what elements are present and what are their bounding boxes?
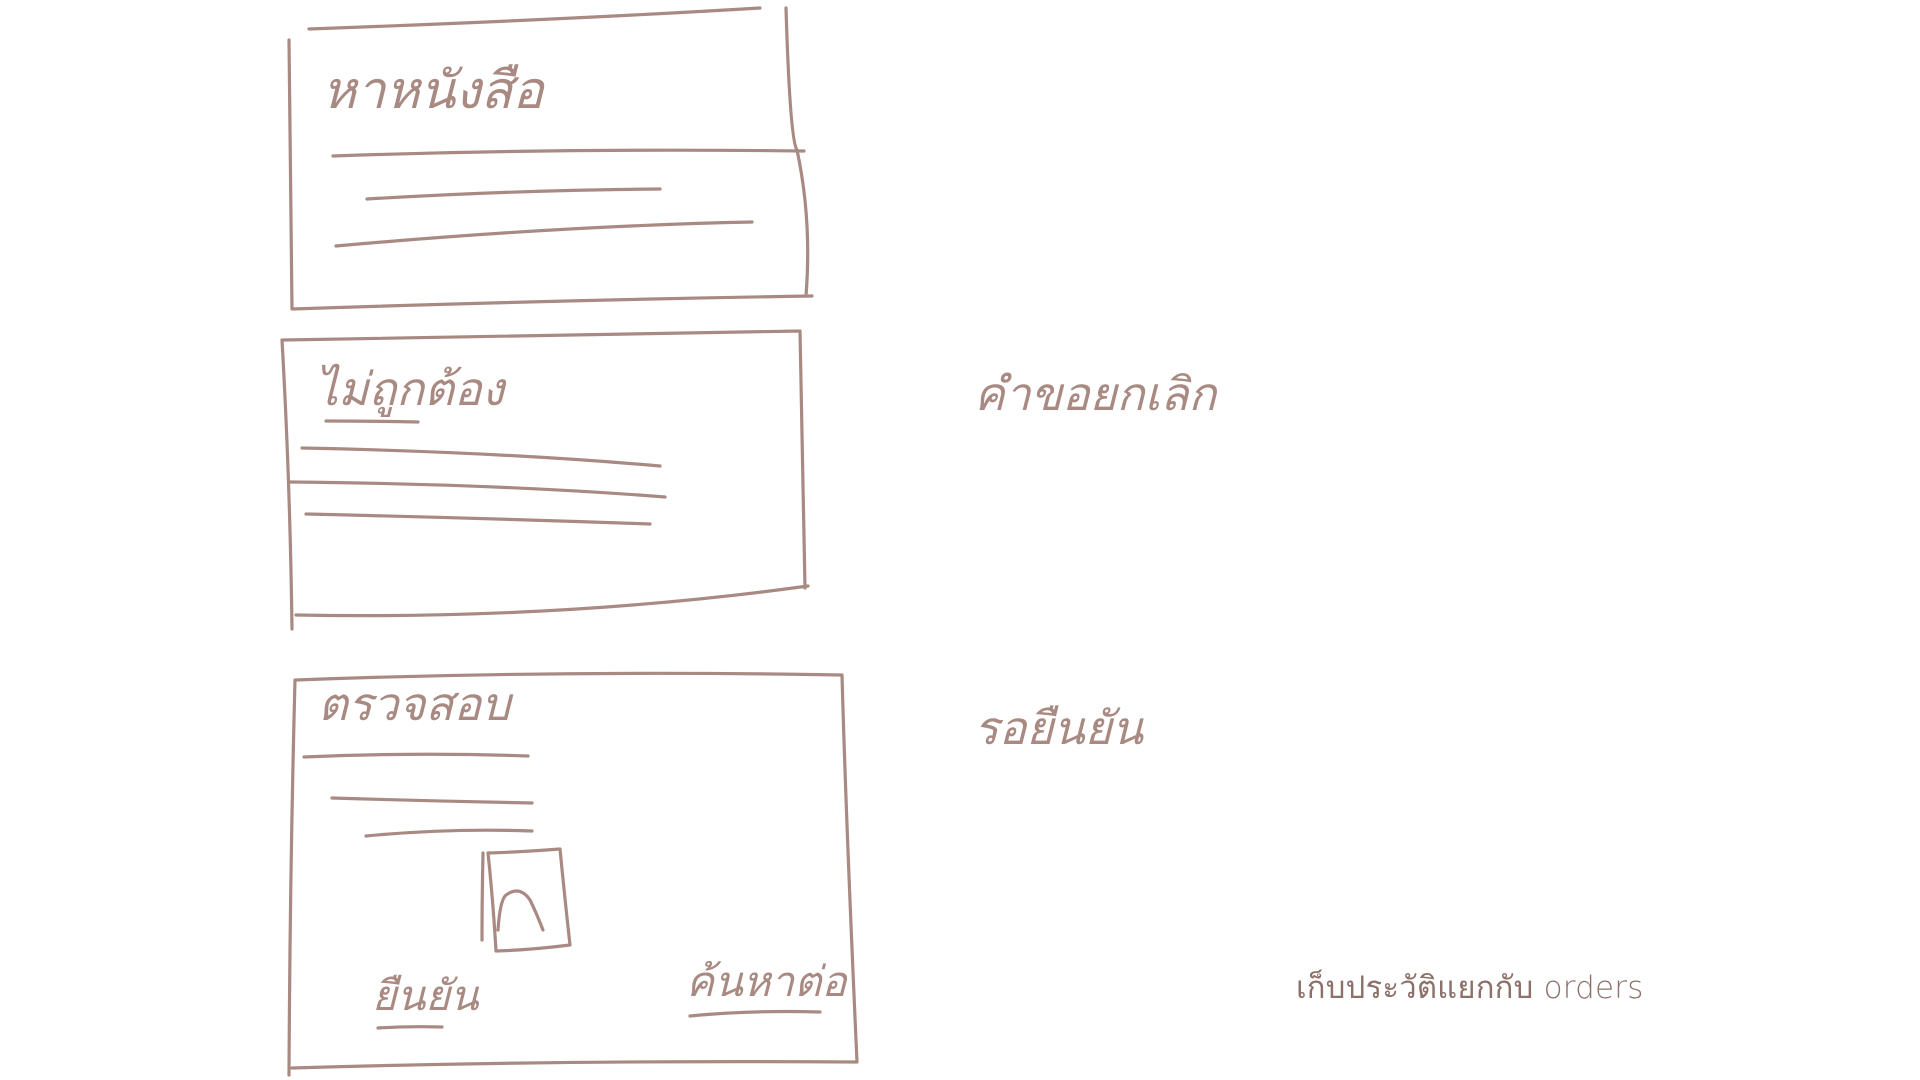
frame-search-title: หาหนังสือ — [322, 61, 546, 121]
frame-verify-line-2 — [364, 828, 534, 838]
book-icon — [480, 847, 572, 953]
frame-invalid-title: ไม่ถูกต้อง — [315, 362, 508, 417]
cancel-request-label: คำขอยกเลิก — [974, 367, 1218, 421]
frame-verify: ตรวจสอบ ยืนยัน ค้นหาต่อ — [287, 671, 859, 1077]
frame-invalid-line-3 — [304, 512, 652, 526]
wireframe-sketch: หาหนังสือ ไม่ถูกต้อง ตรวจสอบ ยืนยัน ค้นห… — [280, 6, 1218, 1077]
frame-invalid-line-1 — [300, 446, 662, 468]
search-more-label: ค้นหาต่อ — [686, 957, 848, 1006]
frame-verify-title-underline — [302, 752, 530, 759]
frame-search-line-3 — [334, 220, 754, 248]
frame-search: หาหนังสือ — [287, 6, 814, 311]
frame-verify-title: ตรวจสอบ — [318, 677, 514, 731]
history-note: เก็บประวัติแยกกับ orders — [1296, 970, 1644, 1006]
frame-search-line-1 — [331, 148, 806, 158]
ink-layer: หาหนังสือ ไม่ถูกต้อง ตรวจสอบ ยืนยัน ค้นห… — [280, 6, 1218, 1077]
confirm-label: ยืนยัน — [372, 971, 480, 1020]
confirm-underline — [376, 1025, 444, 1030]
search-more-underline — [688, 1009, 822, 1018]
frame-invalid: ไม่ถูกต้อง — [280, 329, 810, 631]
frame-verify-line-1 — [330, 796, 534, 805]
frame-invalid-line-2 — [288, 480, 667, 499]
awaiting-confirmation-label: รอยืนยัน — [974, 701, 1145, 755]
frame-search-line-2 — [365, 187, 662, 201]
frame-invalid-title-underline — [324, 419, 420, 424]
frame-search-border — [287, 6, 814, 311]
